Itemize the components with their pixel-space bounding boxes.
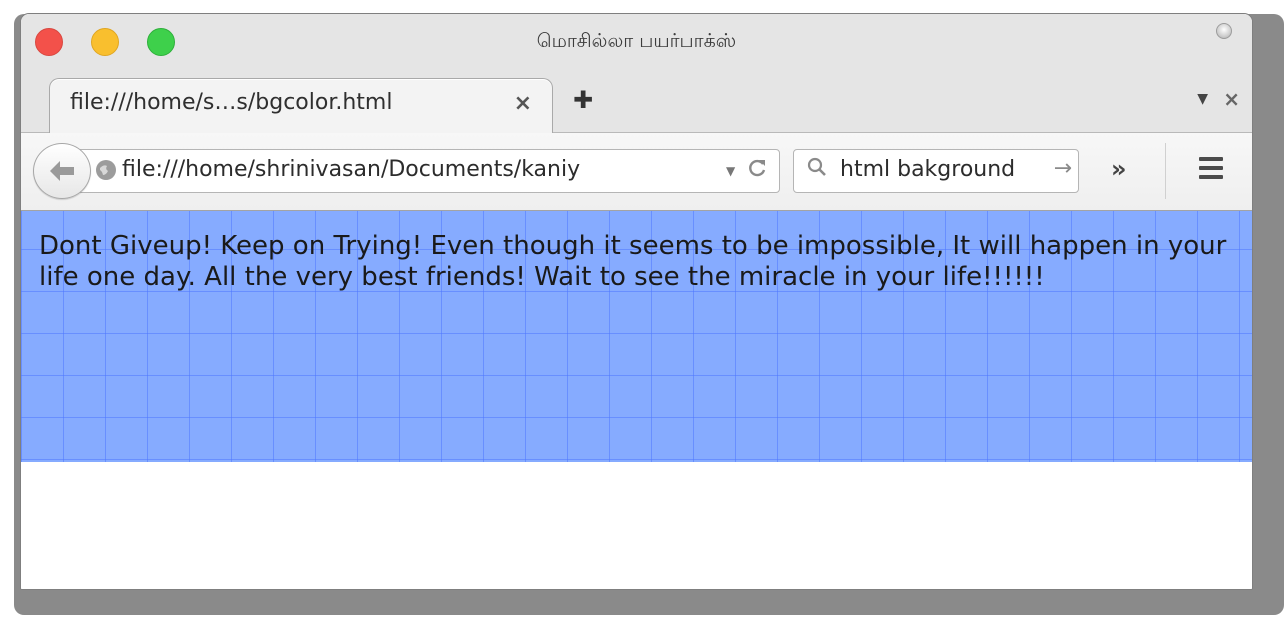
browser-window: மொசில்லா பயர்பாக்ஸ் file:///home/s…s/bgc…	[20, 13, 1253, 590]
search-bar[interactable]: html bakground →	[793, 149, 1079, 193]
url-text[interactable]: file:///home/shrinivasan/Documents/kaniy	[122, 157, 712, 182]
close-window-icon[interactable]: ×	[1223, 87, 1240, 111]
tab-label: file:///home/s…s/bgcolor.html	[70, 90, 393, 115]
search-icon	[806, 156, 828, 184]
list-all-tabs-icon[interactable]: ▼	[1197, 91, 1208, 107]
globe-icon[interactable]	[96, 160, 116, 180]
window-title: மொசில்லா பயர்பாக்ஸ்	[536, 30, 737, 52]
page-content: Dont Giveup! Keep on Trying! Even though…	[21, 211, 1252, 589]
page-paragraph: Dont Giveup! Keep on Trying! Even though…	[39, 231, 1227, 292]
url-bar[interactable]: file:///home/shrinivasan/Documents/kaniy…	[77, 149, 780, 193]
window-resize-icon[interactable]	[1216, 23, 1232, 39]
back-button[interactable]	[33, 143, 91, 199]
page-background: Dont Giveup! Keep on Trying! Even though…	[21, 211, 1252, 462]
toolbar-overflow-icon[interactable]: »	[1111, 155, 1127, 183]
search-go-icon[interactable]: →	[1054, 156, 1072, 181]
tab-close-icon[interactable]: ×	[514, 91, 532, 116]
tab-strip: file:///home/s…s/bgcolor.html ×	[21, 74, 1252, 133]
hamburger-menu-icon[interactable]	[1199, 157, 1223, 184]
new-tab-icon[interactable]: ✚	[573, 86, 593, 114]
url-history-dropdown-icon[interactable]: ▼	[726, 164, 735, 178]
back-arrow-icon	[50, 161, 74, 181]
toolbar-separator	[1165, 143, 1166, 199]
search-input[interactable]: html bakground	[840, 157, 1040, 182]
reload-icon[interactable]	[746, 157, 768, 185]
navigation-toolbar: file:///home/shrinivasan/Documents/kaniy…	[21, 133, 1252, 211]
tab-bgcolor[interactable]: file:///home/s…s/bgcolor.html ×	[49, 78, 553, 133]
title-bar[interactable]: மொசில்லா பயர்பாக்ஸ்	[21, 14, 1252, 74]
